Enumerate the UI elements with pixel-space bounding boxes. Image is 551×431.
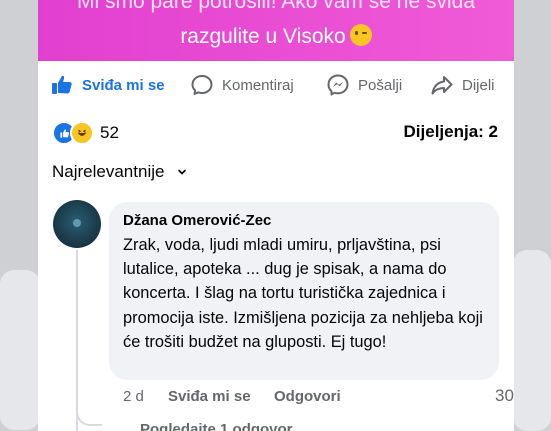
post-action-bar: Sviđa mi se Komentiraj Pošalji Dijeli xyxy=(38,61,514,109)
like-button[interactable]: Sviđa mi se xyxy=(50,73,165,97)
background-right xyxy=(513,0,551,431)
haha-reaction-icon xyxy=(70,121,94,145)
post-card: Mi smo pare potrošili! Ako vam se ne svi… xyxy=(38,0,514,431)
reactions-summary[interactable]: 52 xyxy=(52,121,119,145)
shares-count[interactable]: Dijeljenja: 2 xyxy=(404,122,498,142)
thread-connector xyxy=(76,396,102,426)
comment-like-count: 30 xyxy=(495,386,514,405)
post-image-banner: Mi smo pare potrošili! Ako vam se ne svi… xyxy=(38,0,514,61)
post-stats: 52 Dijeljenja: 2 xyxy=(38,120,514,146)
messenger-icon xyxy=(327,74,349,96)
view-replies-link[interactable]: Pogledajte 1 odgovor xyxy=(140,421,293,431)
comment-time[interactable]: 2 d xyxy=(123,388,144,405)
chevron-down-icon xyxy=(178,169,187,175)
comment-author[interactable]: Džana Omerović-Zec xyxy=(123,212,271,229)
share-arrow-icon xyxy=(431,76,453,95)
send-button-label: Pošalji xyxy=(358,76,403,94)
comment-bubble: Džana Omerović-Zec Zrak, voda, ljudi mla… xyxy=(109,202,499,380)
like-thumb-icon xyxy=(52,75,72,94)
reaction-count: 52 xyxy=(100,123,119,142)
like-button-label: Sviđa mi se xyxy=(82,76,165,94)
comment-sort-dropdown[interactable]: Najrelevantnije xyxy=(52,162,188,182)
banner-text-line2-text: razgulite u Visoko xyxy=(180,25,346,48)
comment-bubble-icon xyxy=(191,75,213,95)
comment-text: Zrak, voda, ljudi mladi umiru, prljavšti… xyxy=(123,236,483,351)
background-card xyxy=(513,250,551,431)
comment-button[interactable]: Komentiraj xyxy=(190,73,294,97)
comment-reply-button[interactable]: Odgovori xyxy=(274,388,341,405)
background-left xyxy=(0,0,40,431)
comment-button-label: Komentiraj xyxy=(222,76,294,94)
avatar[interactable] xyxy=(53,200,101,248)
share-button-label: Dijeli xyxy=(462,76,495,94)
send-button[interactable]: Pošalji xyxy=(326,73,402,97)
comment-sort-label: Najrelevantnije xyxy=(52,162,165,181)
banner-text-line2: razgulite u Visoko xyxy=(38,23,514,51)
comment-meta: 2 d Sviđa mi se Odgovori xyxy=(123,388,503,408)
share-button[interactable]: Dijeli xyxy=(430,73,495,97)
background-card xyxy=(0,270,40,430)
banner-text-line1: Mi smo pare potrošili! Ako vam se ne svi… xyxy=(77,0,475,13)
comment-like-button[interactable]: Sviđa mi se xyxy=(168,388,251,405)
wink-emoji-icon xyxy=(349,24,372,46)
